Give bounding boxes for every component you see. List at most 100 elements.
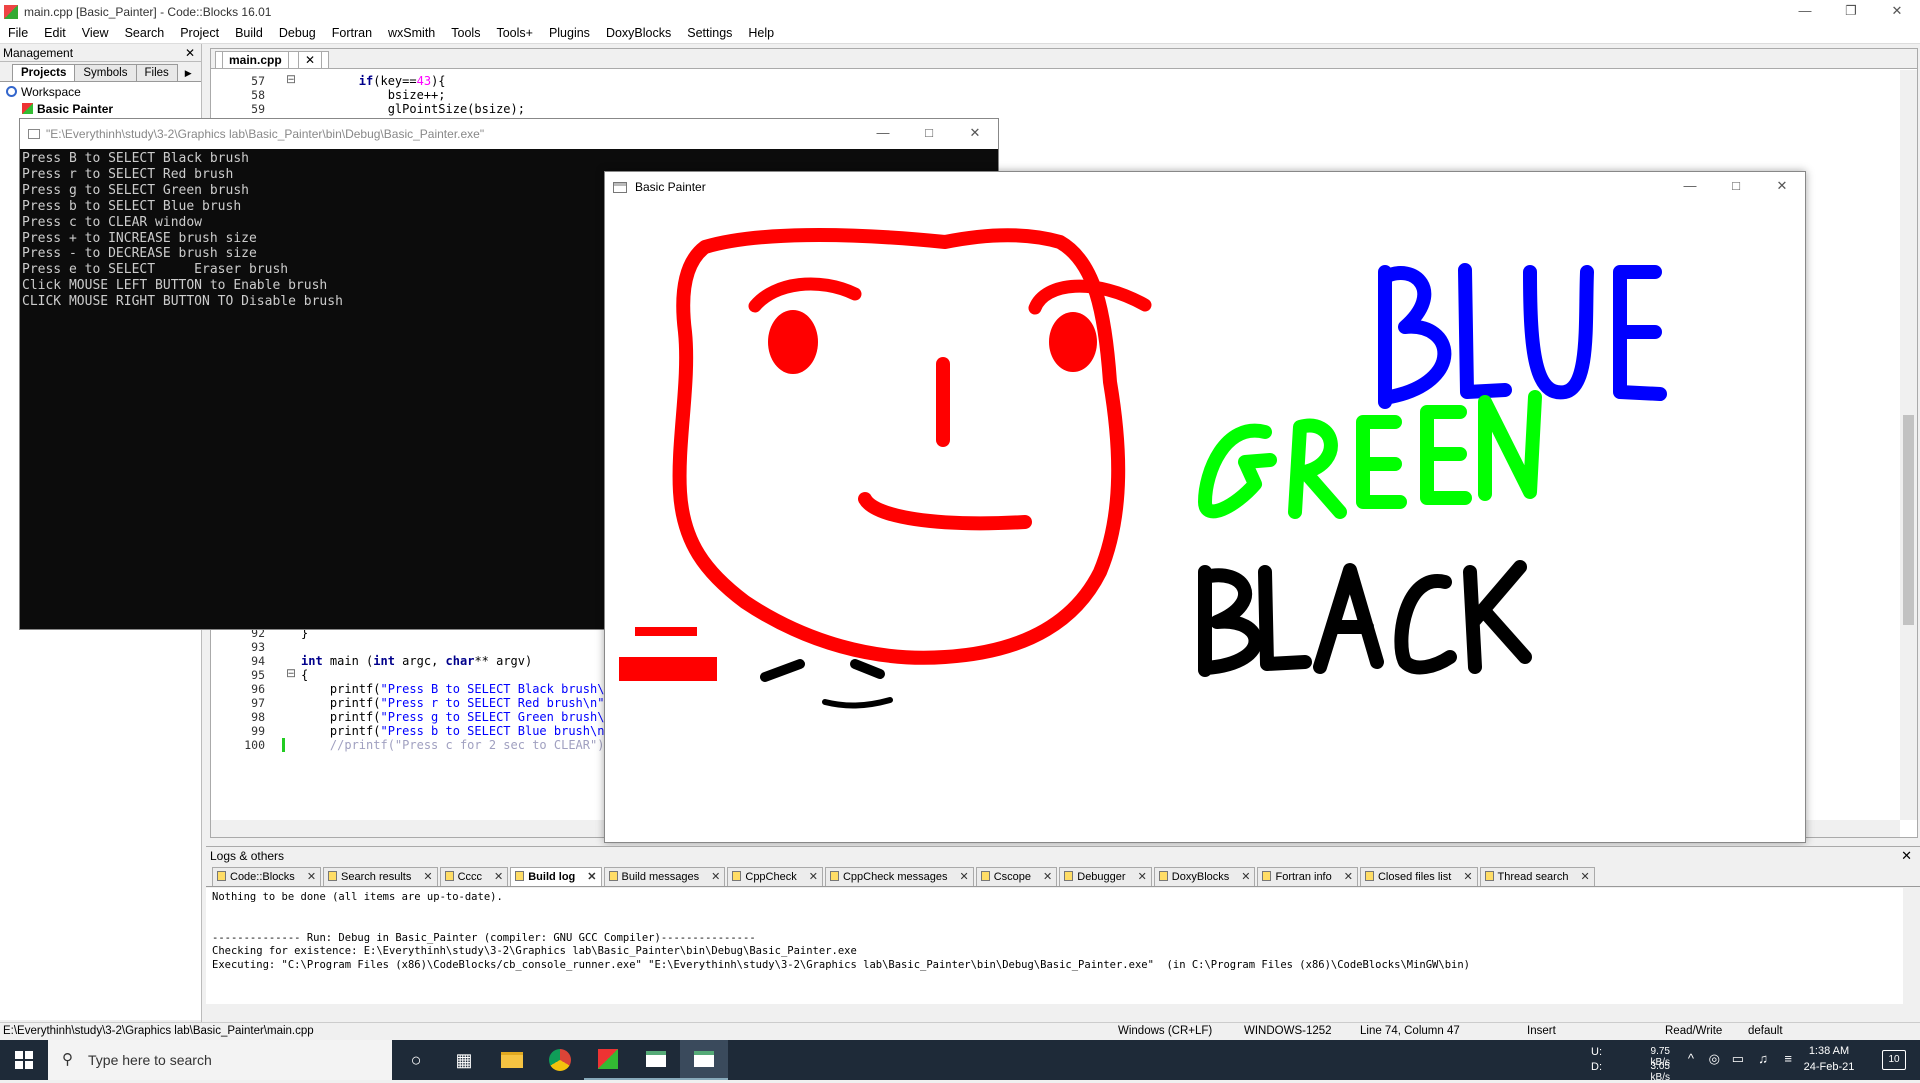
tab-main-cpp[interactable]: main.cpp ✕	[215, 51, 330, 68]
close-log-tab-icon[interactable]: ✕	[960, 871, 969, 883]
menu-view[interactable]: View	[74, 26, 117, 40]
fold-marker-icon[interactable]: ⊟	[286, 72, 296, 86]
console-minimize-button[interactable]: —	[860, 119, 906, 149]
chrome-icon[interactable]	[536, 1040, 584, 1080]
menu-file[interactable]: File	[0, 26, 36, 40]
menu-edit[interactable]: Edit	[36, 26, 74, 40]
close-log-tab-icon[interactable]: ✕	[587, 871, 596, 883]
menu-plugins[interactable]: Plugins	[541, 26, 598, 40]
black-word-strokes	[1198, 560, 1532, 677]
fold-marker-icon[interactable]: ⊟	[286, 666, 296, 680]
code-line[interactable]: //printf("Press c for 2 sec to CLEAR");	[301, 738, 612, 752]
close-logs-icon[interactable]: ✕	[1901, 847, 1912, 865]
menu-build[interactable]: Build	[227, 26, 271, 40]
code-line[interactable]: bsize++;	[301, 88, 446, 102]
tab-projects[interactable]: Projects	[12, 64, 76, 81]
close-button[interactable]: ✕	[1874, 0, 1920, 23]
menu-wxsmith[interactable]: wxSmith	[380, 26, 443, 40]
language-icon[interactable]: ≡	[1784, 1051, 1792, 1066]
log-tab-closed-files-list[interactable]: Closed files list ✕	[1359, 867, 1478, 886]
notifications-icon[interactable]: 10	[1882, 1050, 1906, 1070]
tab-files[interactable]: Files	[135, 64, 178, 81]
tree-project[interactable]: Basic Painter	[4, 101, 197, 118]
right-eyebrow-stroke	[1028, 279, 1152, 315]
close-log-tab-icon[interactable]: ✕	[711, 871, 720, 883]
close-log-tab-icon[interactable]: ✕	[1138, 871, 1147, 883]
tab-symbols[interactable]: Symbols	[74, 64, 137, 81]
code-line[interactable]: printf("Press b to SELECT Blue brush\n")…	[301, 724, 626, 738]
console-icon	[28, 129, 40, 139]
windows-start-icon[interactable]	[0, 1040, 48, 1080]
taskbar-search-box[interactable]: ⚲ Type here to search	[48, 1040, 392, 1080]
code-line[interactable]: glPointSize(bsize);	[301, 102, 525, 116]
painter-minimize-button[interactable]: —	[1667, 172, 1713, 202]
log-tab-thread-search[interactable]: Thread search ✕	[1479, 867, 1595, 886]
close-log-tab-icon[interactable]: ✕	[1241, 871, 1250, 883]
console-close-button[interactable]: ✕	[952, 119, 998, 149]
cortana-icon[interactable]: ○	[392, 1040, 440, 1080]
menu-fortran[interactable]: Fortran	[324, 26, 380, 40]
log-tab-cppcheck-messages[interactable]: CppCheck messages ✕	[824, 867, 974, 886]
minimize-button[interactable]: —	[1782, 0, 1828, 23]
close-tab-icon[interactable]: ✕	[298, 51, 323, 68]
log-tab-debugger[interactable]: Debugger ✕	[1059, 867, 1152, 886]
code-line[interactable]: printf("Press B to SELECT Black brush\n"…	[301, 682, 633, 696]
menu-tools[interactable]: Tools+	[488, 26, 540, 40]
network-icon[interactable]: ◎	[1709, 1051, 1720, 1067]
codeblocks-taskbar-icon[interactable]	[584, 1040, 632, 1080]
logs-panel: Logs & others ✕ Code::Blocks ✕ Search resul…	[206, 846, 1920, 1022]
close-log-tab-icon[interactable]: ✕	[1043, 871, 1052, 883]
drawing-canvas[interactable]	[605, 202, 1805, 842]
log-tab-build-log[interactable]: Build log ✕	[510, 867, 602, 886]
log-tab-doxyblocks[interactable]: DoxyBlocks ✕	[1153, 867, 1256, 886]
close-log-tab-icon[interactable]: ✕	[1580, 871, 1589, 883]
menu-tools[interactable]: Tools	[443, 26, 488, 40]
volume-icon[interactable]: ♫	[1758, 1051, 1768, 1066]
scroll-thumb[interactable]	[1903, 415, 1914, 625]
menu-debug[interactable]: Debug	[271, 26, 324, 40]
log-tab-cscope[interactable]: Cscope ✕	[975, 867, 1058, 886]
file-explorer-icon[interactable]	[488, 1040, 536, 1080]
close-management-icon[interactable]: ✕	[185, 44, 195, 62]
log-tab-build-messages[interactable]: Build messages ✕	[603, 867, 726, 886]
menu-settings[interactable]: Settings	[679, 26, 740, 40]
code-line[interactable]: printf("Press r to SELECT Red brush\n");	[301, 696, 619, 710]
code-line[interactable]: if(key==43){	[301, 74, 446, 88]
log-tab-label: Thread search	[1497, 871, 1569, 883]
tree-workspace[interactable]: Workspace	[4, 84, 197, 101]
menu-help[interactable]: Help	[740, 26, 782, 40]
console-taskbar-icon[interactable]	[632, 1040, 680, 1080]
close-log-tab-icon[interactable]: ✕	[1344, 871, 1353, 883]
status-position: Line 74, Column 47	[1360, 1025, 1460, 1037]
battery-icon[interactable]: ▭	[1732, 1051, 1744, 1067]
close-log-tab-icon[interactable]: ✕	[423, 871, 432, 883]
code-line[interactable]: {	[301, 668, 308, 682]
log-tab-fortran-info[interactable]: Fortran info ✕	[1257, 867, 1358, 886]
painter-close-button[interactable]: ✕	[1759, 172, 1805, 202]
logs-scrollbar[interactable]	[1903, 888, 1920, 1004]
menu-project[interactable]: Project	[172, 26, 227, 40]
editor-vertical-scrollbar[interactable]	[1900, 70, 1917, 820]
clock-time[interactable]: 1:38 AM	[1796, 1045, 1862, 1057]
code-line[interactable]: int main (int argc, char** argv)	[301, 654, 532, 668]
task-view-icon[interactable]: ▦	[440, 1040, 488, 1080]
menu-search[interactable]: Search	[117, 26, 173, 40]
clock-date[interactable]: 24-Feb-21	[1796, 1061, 1862, 1073]
console-maximize-button[interactable]: □	[906, 119, 952, 149]
close-log-tab-icon[interactable]: ✕	[494, 871, 503, 883]
tabs-scroll-right-icon[interactable]: ▶	[177, 66, 200, 81]
close-log-tab-icon[interactable]: ✕	[307, 871, 316, 883]
chevron-up-icon[interactable]: ^	[1688, 1051, 1694, 1066]
painter-taskbar-icon[interactable]	[680, 1040, 728, 1080]
close-log-tab-icon[interactable]: ✕	[1463, 871, 1472, 883]
code-line[interactable]: printf("Press g to SELECT Green brush\n"…	[301, 710, 633, 724]
log-tab-cccc[interactable]: Cccc ✕	[439, 867, 509, 886]
painter-maximize-button[interactable]: □	[1713, 172, 1759, 202]
log-tab-search-results[interactable]: Search results ✕	[323, 867, 438, 886]
log-tab-label: Closed files list	[1377, 871, 1452, 883]
restore-button[interactable]: ❐	[1828, 0, 1874, 23]
close-log-tab-icon[interactable]: ✕	[809, 871, 818, 883]
log-tab-cppcheck[interactable]: CppCheck ✕	[727, 867, 823, 886]
log-tab-code-blocks[interactable]: Code::Blocks ✕	[212, 867, 322, 886]
menu-doxyblocks[interactable]: DoxyBlocks	[598, 26, 679, 40]
